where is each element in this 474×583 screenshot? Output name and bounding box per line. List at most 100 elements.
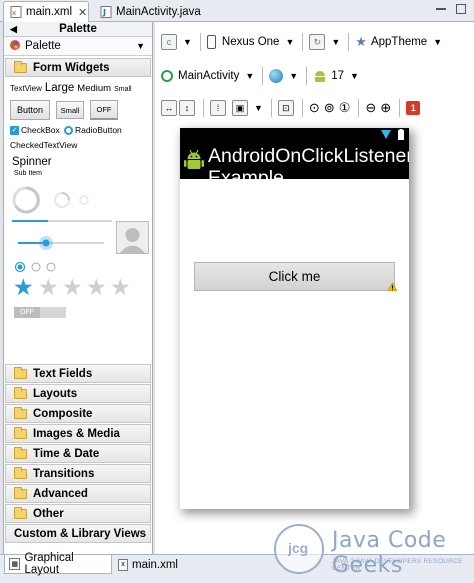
category-label: Advanced	[33, 487, 88, 500]
category-text-fields[interactable]: Text Fields	[5, 364, 151, 383]
widget-checked-textview[interactable]: CheckedTextView	[10, 140, 77, 150]
category-advanced[interactable]: Advanced	[5, 484, 151, 503]
widget-radiobutton[interactable]: RadioButton	[64, 125, 122, 135]
folder-icon	[14, 406, 27, 419]
category-time-date[interactable]: Time & Date	[5, 444, 151, 463]
widget-large-text[interactable]: Large	[45, 82, 74, 94]
contact-avatar-icon	[120, 228, 145, 253]
widget-switch[interactable]: OFF	[14, 307, 66, 318]
zoom-fill-button[interactable]: ⊚	[324, 100, 335, 116]
xml-file-icon: x	[10, 6, 22, 19]
star-empty-icon: ★	[110, 274, 131, 300]
config-toolbar: c ▼ Nexus One ▼ ↻ ▼ ★ AppTheme ▼	[155, 28, 474, 56]
activity-chooser[interactable]: MainActivity ▼	[161, 70, 254, 82]
category-label: Layouts	[33, 387, 78, 400]
palette-selector[interactable]: Palette ▼	[4, 37, 152, 56]
minimize-icon[interactable]	[436, 4, 446, 10]
folder-icon	[14, 60, 27, 73]
chevron-down-icon: ▼	[289, 71, 299, 81]
api-level-chooser[interactable]: 17 ▼	[313, 69, 359, 83]
star-icon: ★	[355, 34, 367, 49]
show-margins-button[interactable]: ⁞	[210, 100, 226, 116]
tab-main-activity[interactable]: J MainActivity.java	[93, 1, 233, 22]
widget-progress-large[interactable]	[12, 186, 40, 214]
category-label: Text Fields	[33, 367, 93, 380]
zoom-out-button[interactable]: ⊖	[365, 100, 376, 116]
category-layouts[interactable]: Layouts	[5, 384, 151, 403]
action-bar: AndroidOnClickListenerExample	[180, 141, 409, 179]
category-form-widgets[interactable]: Form Widgets	[5, 58, 151, 77]
widget-progress-horizontal[interactable]	[12, 220, 112, 222]
widget-toggle-button[interactable]: OFF	[90, 100, 118, 120]
orientation-chooser[interactable]: ↻ ▼	[309, 34, 340, 50]
device-screen[interactable]: AndroidOnClickListenerExample Click me	[180, 128, 409, 509]
toggle-fill-height-button[interactable]: ↕	[179, 100, 195, 116]
toolbar-separator	[270, 99, 272, 117]
emulate-real-size-button[interactable]: ⊡	[277, 100, 294, 116]
lint-warnings-button[interactable]: 1	[406, 101, 421, 115]
toolbar-separator	[302, 33, 304, 51]
zoom-actual-button[interactable]: ①	[339, 100, 351, 116]
widget-progress-medium[interactable]	[54, 192, 70, 208]
widget-small-text[interactable]: Small	[114, 86, 132, 93]
tab-graphical-layout[interactable]: ▦ Graphical Layout	[4, 552, 112, 576]
widget-small-button[interactable]: Small	[56, 101, 84, 119]
layout-actions-button[interactable]: ▣ ▼	[232, 100, 263, 116]
click-me-button[interactable]: Click me	[194, 262, 395, 291]
palette-header: ◀ Palette	[4, 22, 152, 37]
radio-icon	[64, 125, 73, 135]
toolbar-separator	[348, 33, 350, 51]
widget-quickcontactbadge[interactable]	[116, 221, 149, 254]
editor-tab-bar: x main.xml ✕ J MainActivity.java	[0, 0, 474, 22]
folder-icon	[14, 446, 27, 459]
config-chooser[interactable]: c ▼	[161, 34, 192, 50]
star-empty-icon: ★	[38, 274, 59, 300]
design-canvas[interactable]: AndroidOnClickListenerExample Click me	[155, 118, 474, 543]
category-custom-library-views[interactable]: Custom & Library Views	[5, 524, 151, 543]
zoom-in-button[interactable]: ⊕	[380, 100, 391, 116]
toolbar-separator	[306, 67, 308, 85]
device-chooser[interactable]: Nexus One ▼	[206, 35, 295, 49]
widget-medium-text[interactable]: Medium	[77, 83, 111, 94]
page-config-icon: c	[161, 34, 177, 50]
locale-chooser[interactable]: ▼	[269, 69, 298, 83]
watermark-logo-text: jcg	[288, 540, 309, 556]
zoom-fill-icon: ⊚	[323, 100, 335, 115]
widget-progress-small[interactable]	[79, 195, 89, 205]
theme-chooser[interactable]: ★ AppTheme ▼	[355, 34, 442, 50]
category-composite[interactable]: Composite	[5, 404, 151, 423]
status-bar	[180, 128, 409, 141]
category-label: Form Widgets	[33, 61, 110, 74]
zoom-to-fit-button[interactable]: ⊙	[309, 100, 320, 116]
chevron-down-icon: ▼	[285, 37, 295, 47]
category-images-media[interactable]: Images & Media	[5, 424, 151, 443]
svg-text:x: x	[12, 9, 16, 17]
category-transitions[interactable]: Transitions	[5, 464, 151, 483]
widget-radiogroup[interactable]	[14, 260, 74, 274]
collapse-arrow-icon[interactable]: ◀	[10, 24, 17, 35]
layout-icon: ▣	[232, 100, 248, 116]
toolbar-separator	[399, 99, 401, 117]
maximize-icon[interactable]	[456, 4, 466, 14]
folder-icon	[14, 366, 27, 379]
category-other[interactable]: Other	[5, 504, 151, 523]
star-empty-icon: ★	[62, 274, 83, 300]
tab-xml-source[interactable]: x main.xml	[114, 555, 182, 574]
app-title: AndroidOnClickListenerExample	[208, 145, 409, 179]
widget-radiobutton-label: RadioButton	[75, 125, 122, 135]
toggle-fill-width-button[interactable]: ↔	[161, 100, 177, 116]
rotate-icon: ↻	[309, 34, 326, 50]
palette-gear-icon	[9, 39, 21, 54]
close-icon[interactable]: ✕	[78, 6, 87, 19]
category-label: Time & Date	[33, 447, 100, 460]
widget-seekbar[interactable]	[18, 236, 104, 250]
palette-title: Palette	[59, 23, 97, 35]
widget-checkbox[interactable]: ✓ CheckBox	[10, 125, 60, 135]
watermark-logo: jcg Java Code Geeks JAVA 2 JAVA DEVELOPE…	[268, 522, 474, 582]
category-label: Composite	[33, 407, 93, 420]
widget-button[interactable]: Button	[10, 100, 50, 120]
widget-textview[interactable]: TextView	[10, 84, 42, 93]
tab-main-xml[interactable]: x main.xml ✕	[3, 1, 89, 22]
folder-icon	[14, 426, 27, 439]
widget-spinner[interactable]: Spinner	[12, 156, 52, 168]
